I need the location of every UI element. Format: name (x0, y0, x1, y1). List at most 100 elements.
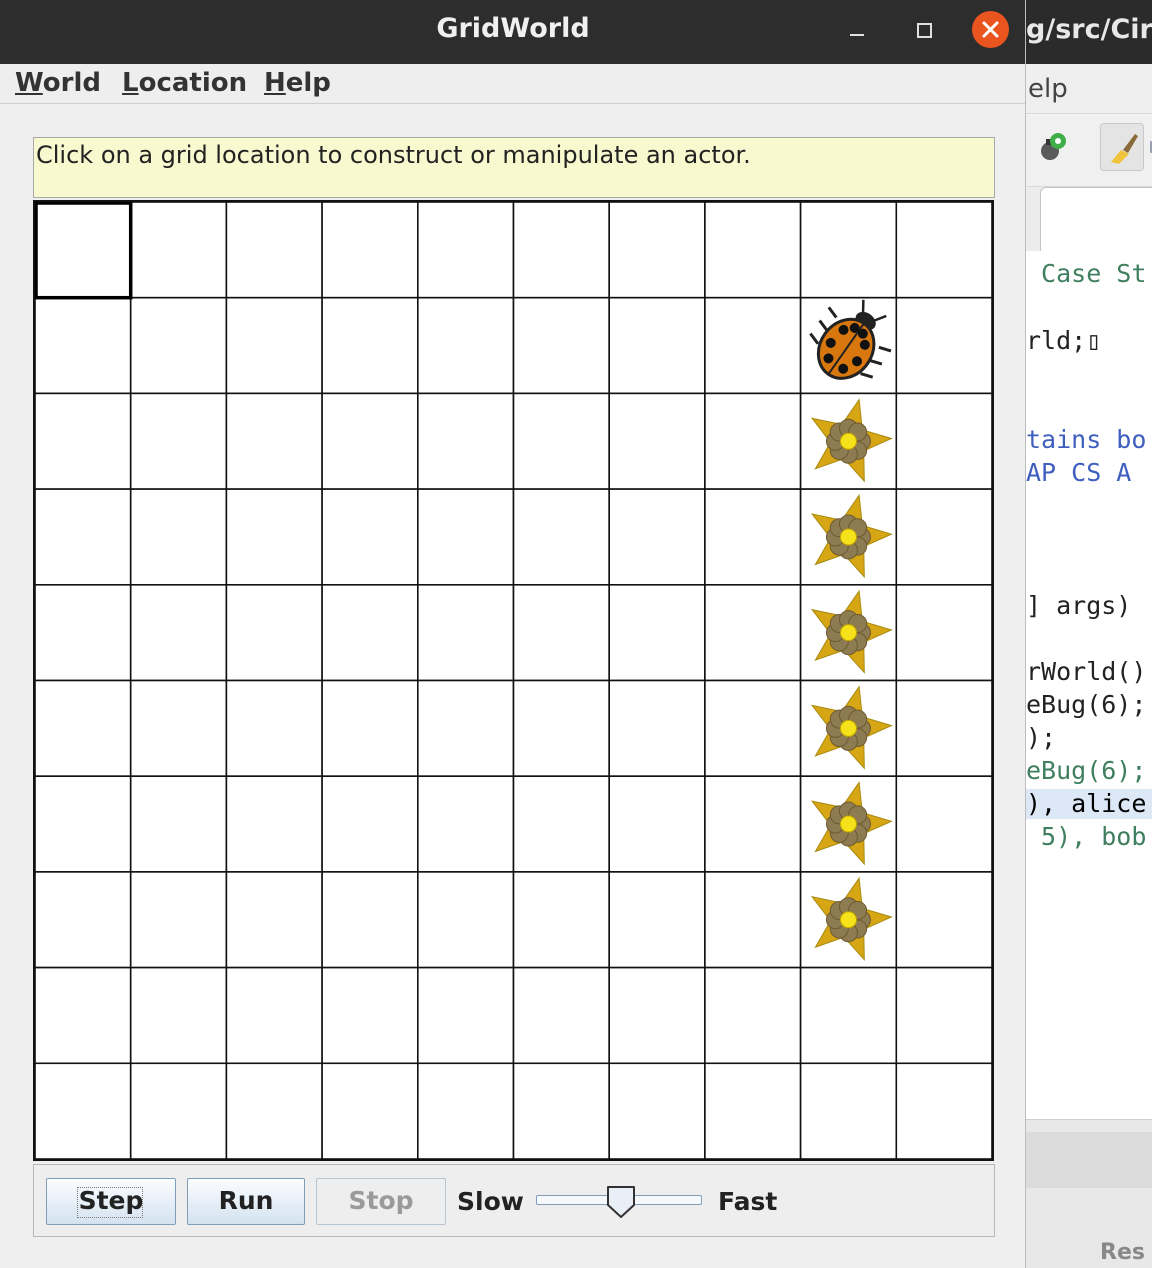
grid-cell[interactable] (129, 202, 228, 299)
grid-cell[interactable] (35, 1062, 132, 1159)
grid-cell[interactable] (416, 488, 515, 586)
grid-cell[interactable] (35, 583, 132, 682)
grid-cell[interactable] (895, 679, 992, 777)
grid-cell[interactable] (225, 392, 323, 490)
grid-cell[interactable] (129, 488, 228, 586)
grid-cell[interactable] (225, 202, 323, 299)
grid-cell[interactable] (895, 488, 992, 586)
grid-cell[interactable] (608, 871, 706, 969)
grid-cell[interactable] (704, 488, 802, 586)
grid-cell[interactable] (225, 296, 323, 395)
menu-world[interactable]: World (15, 68, 101, 98)
grid-cell[interactable] (512, 775, 610, 873)
grid-cell[interactable] (608, 296, 706, 395)
background-menu-help[interactable]: elp (1028, 74, 1068, 104)
grid-cell[interactable] (895, 871, 992, 969)
grid-cell[interactable] (416, 392, 515, 490)
debug-icon[interactable] (1034, 123, 1078, 171)
menu-location[interactable]: Location (122, 68, 247, 98)
grid-cell[interactable] (512, 488, 610, 586)
grid-cell[interactable] (895, 775, 992, 873)
grid-cell[interactable] (608, 583, 706, 682)
grid-cell[interactable] (321, 679, 419, 777)
grid-cell[interactable] (129, 583, 228, 682)
grid-cell[interactable] (225, 775, 323, 873)
grid-cell[interactable] (704, 871, 802, 969)
grid-cell[interactable] (225, 679, 323, 777)
grid-cell[interactable] (608, 202, 706, 299)
grid-cell[interactable] (225, 488, 323, 586)
grid-cell[interactable] (129, 392, 228, 490)
grid-cell[interactable] (704, 679, 802, 777)
speed-slider-thumb[interactable] (606, 1185, 636, 1219)
grid-cell[interactable] (799, 966, 898, 1065)
grid-cell[interactable] (129, 871, 228, 969)
grid-cell[interactable] (225, 583, 323, 682)
grid-cell[interactable] (129, 966, 228, 1065)
grid-cell[interactable] (704, 1062, 802, 1159)
grid-cell[interactable] (416, 296, 515, 395)
grid-cell[interactable] (895, 296, 992, 395)
grid-cell[interactable] (35, 775, 132, 873)
world-grid[interactable] (33, 200, 994, 1161)
grid-cell[interactable] (512, 966, 610, 1065)
grid-cell[interactable] (129, 296, 228, 395)
grid-cell[interactable] (608, 488, 706, 586)
grid-cell[interactable] (416, 775, 515, 873)
grid-cell[interactable] (129, 775, 228, 873)
minimize-button[interactable] (838, 12, 876, 50)
grid-cell[interactable] (321, 871, 419, 969)
grid-cell[interactable] (225, 1062, 323, 1159)
grid-cell[interactable] (225, 966, 323, 1065)
grid-cell[interactable] (35, 488, 132, 586)
grid-cell[interactable] (321, 202, 419, 299)
grid-cell[interactable] (129, 1062, 228, 1159)
grid-cell[interactable] (512, 679, 610, 777)
grid-cell[interactable] (416, 202, 515, 299)
grid-cell[interactable] (608, 392, 706, 490)
grid-cell[interactable] (35, 296, 132, 395)
grid-cell[interactable] (704, 775, 802, 873)
grid-cell[interactable] (35, 871, 132, 969)
grid-cell[interactable] (895, 1062, 992, 1159)
grid-cell[interactable] (129, 679, 228, 777)
menu-help[interactable]: Help (264, 68, 331, 98)
grid-cell[interactable] (416, 583, 515, 682)
grid-cell[interactable] (35, 392, 132, 490)
grid-cell[interactable] (512, 1062, 610, 1159)
grid-cell[interactable] (321, 775, 419, 873)
grid-cell[interactable] (321, 488, 419, 586)
grid-cell[interactable] (321, 392, 419, 490)
titlebar[interactable]: GridWorld (0, 0, 1025, 64)
grid-cell[interactable] (321, 1062, 419, 1159)
grid-cell[interactable] (895, 966, 992, 1065)
close-button[interactable] (972, 11, 1009, 48)
grid-cell[interactable] (512, 202, 610, 299)
grid-cell[interactable] (321, 966, 419, 1065)
run-button[interactable]: Run (187, 1178, 305, 1225)
grid-cell[interactable] (608, 775, 706, 873)
grid-canvas[interactable] (35, 202, 992, 1159)
grid-cell[interactable] (35, 679, 132, 777)
grid-cell[interactable] (321, 296, 419, 395)
grid-cell[interactable] (512, 871, 610, 969)
grid-cell[interactable] (704, 296, 802, 395)
brush-icon[interactable] (1100, 123, 1144, 171)
speed-slider[interactable] (536, 1185, 704, 1219)
background-editor-tab[interactable] (1040, 187, 1152, 251)
grid-cell[interactable] (35, 966, 132, 1065)
grid-cell[interactable] (608, 679, 706, 777)
grid-cell[interactable] (512, 296, 610, 395)
grid-cell[interactable] (895, 392, 992, 490)
grid-cell[interactable] (799, 202, 898, 299)
grid-cell[interactable] (512, 583, 610, 682)
grid-cell[interactable] (321, 583, 419, 682)
grid-cell[interactable] (895, 583, 992, 682)
grid-cell[interactable] (416, 1062, 515, 1159)
grid-cell[interactable] (35, 202, 132, 299)
grid-cell[interactable] (895, 202, 992, 299)
grid-cell[interactable] (416, 679, 515, 777)
maximize-button[interactable] (905, 12, 943, 50)
grid-cell[interactable] (416, 871, 515, 969)
grid-cell[interactable] (704, 583, 802, 682)
